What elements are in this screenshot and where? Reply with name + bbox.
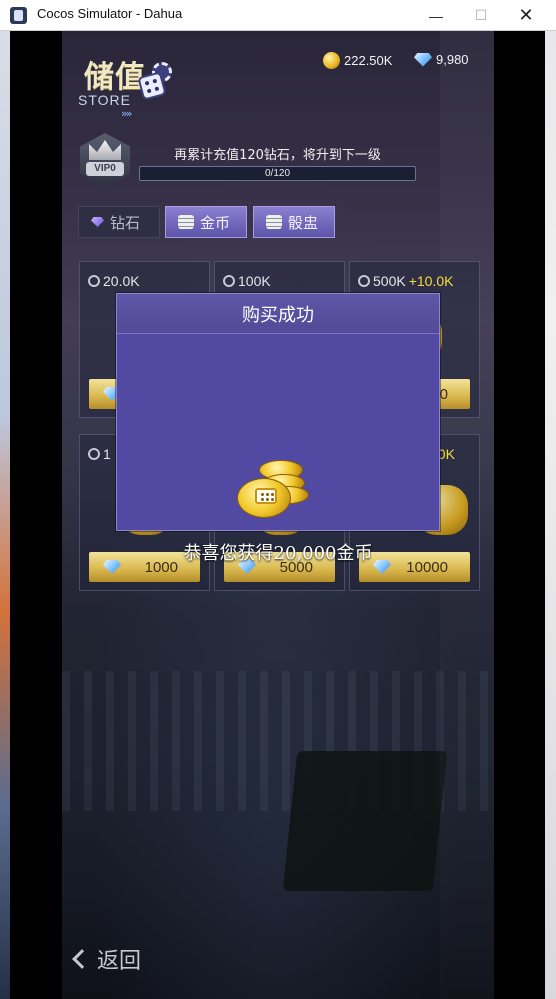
vip-progress-value: 0/120 <box>264 168 291 179</box>
tab-gold[interactable]: 金币 <box>165 206 247 238</box>
vip-progress-text: 再累计充值120钻石，将升到下一级 <box>174 148 381 163</box>
product-amount: 1 <box>103 446 111 462</box>
purchase-success-dialog[interactable]: 购买成功 <box>116 293 440 531</box>
diamond-icon <box>414 52 432 67</box>
coin-outline-icon <box>223 275 235 287</box>
store-logo-title: 储值 <box>84 60 146 95</box>
product-amount: 100K <box>238 273 271 289</box>
arrows-icon: »» <box>121 107 133 120</box>
chevron-left-icon <box>72 949 92 969</box>
diamond-icon <box>91 217 104 227</box>
dice-icon <box>255 488 277 504</box>
tab-gold-label: 金币 <box>200 213 231 232</box>
gem-balance: 9,980 <box>414 52 469 67</box>
store-logo-subtitle: STORE <box>78 92 131 108</box>
tab-diamond-label: 钻石 <box>110 213 141 232</box>
tab-dice-cup-label: 骰盅 <box>288 213 319 232</box>
tab-diamond[interactable]: 钻石 <box>78 206 160 238</box>
maximize-button[interactable]: ☐ <box>458 0 504 31</box>
buy-price: 0 <box>439 385 448 403</box>
close-button[interactable]: ✕ <box>503 0 549 31</box>
gem-balance-value: 9,980 <box>436 52 469 67</box>
vip-level: VIP0 <box>86 162 124 176</box>
product-amount: 20.0K <box>103 273 140 289</box>
desktop-strip-left <box>0 31 10 999</box>
product-amount: 500K <box>373 273 406 289</box>
coin-stack-icon <box>266 215 282 229</box>
vip-progress-bar: 0/120 <box>139 166 416 181</box>
coin-outline-icon <box>358 275 370 287</box>
coin-outline-icon <box>88 275 100 287</box>
window-titlebar: Cocos Simulator - Dahua — ☐ ✕ <box>0 0 556 31</box>
desktop-strip-right <box>545 31 556 999</box>
coin-icon <box>323 52 340 69</box>
gold-coins-icon <box>237 454 317 520</box>
store-logo: 储值 STORE »» <box>78 52 178 122</box>
dialog-title: 购买成功 <box>117 294 439 334</box>
tab-dice-cup[interactable]: 骰盅 <box>253 206 335 238</box>
minimize-button[interactable]: — <box>413 0 459 31</box>
gold-balance: 222.50K <box>323 52 392 69</box>
coin-outline-icon <box>88 448 100 460</box>
coin-stack-icon <box>178 215 194 229</box>
gold-balance-value: 222.50K <box>344 53 393 68</box>
back-button[interactable]: 返回 <box>72 943 142 975</box>
product-bonus: +10.0K <box>408 273 454 289</box>
app-icon <box>10 7 27 24</box>
back-label: 返回 <box>97 949 142 974</box>
window-title: Cocos Simulator - Dahua <box>37 6 183 21</box>
dialog-message: 恭喜您获得20,000金币 <box>183 543 373 564</box>
